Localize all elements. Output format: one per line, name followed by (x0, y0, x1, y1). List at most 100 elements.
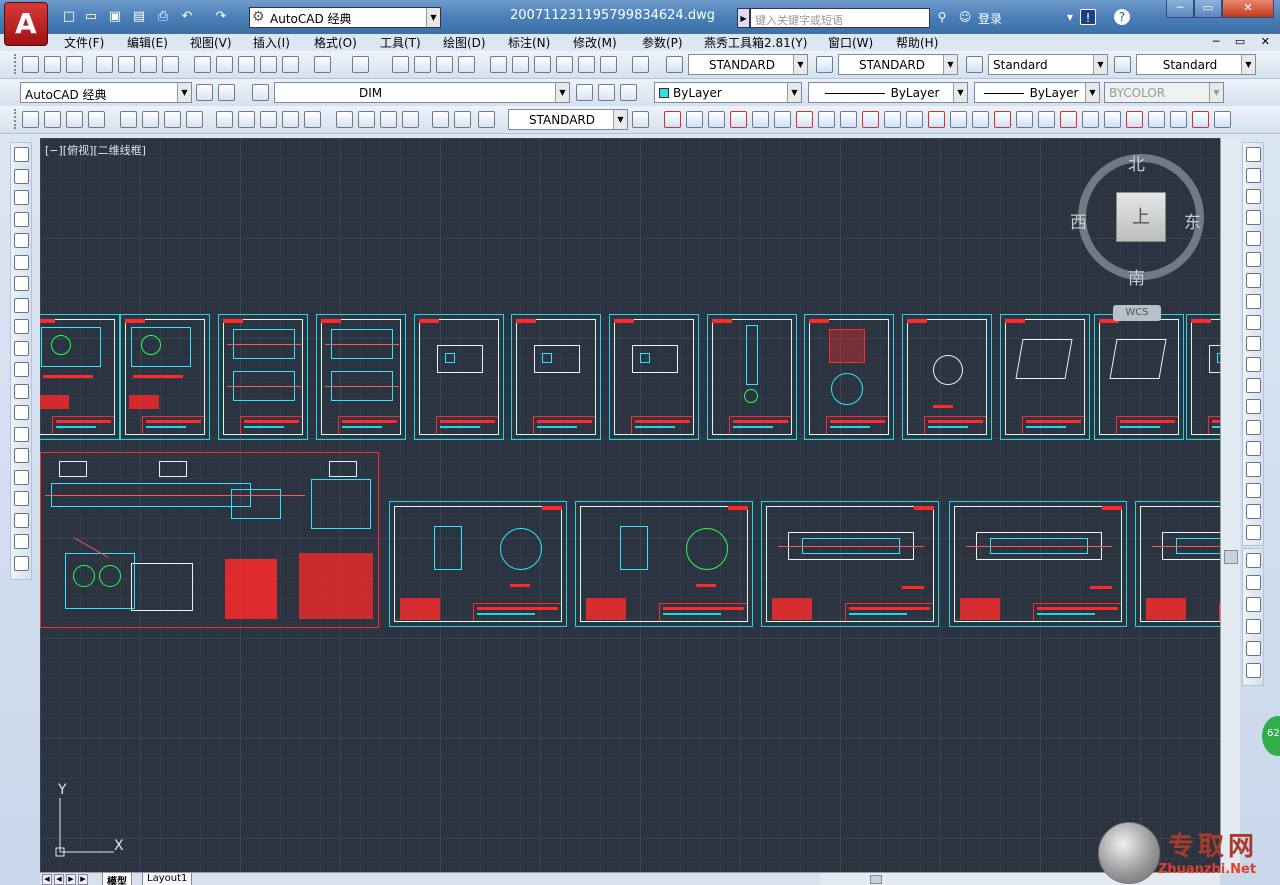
yanxiu-tool-26-icon[interactable] (1214, 111, 1231, 128)
tab-model[interactable]: 模型 (102, 873, 132, 885)
drawing-sheet[interactable] (1135, 501, 1220, 627)
viewcube-east[interactable]: 东 (1184, 208, 1201, 233)
close-button[interactable]: ✕ (1222, 0, 1274, 18)
region-icon[interactable] (14, 491, 29, 506)
mleader-style-select[interactable]: Standard ▼ (1136, 54, 1256, 75)
text-style-icon[interactable] (666, 56, 683, 73)
menu-parametric[interactable]: 参数(P) (642, 34, 683, 51)
vertical-scrollbar[interactable] (1220, 138, 1240, 872)
drawing-sheet[interactable] (1186, 314, 1220, 440)
revision-cloud-icon[interactable] (14, 297, 29, 313)
text-front-icon[interactable] (1246, 641, 1261, 656)
inspection-icon[interactable] (380, 111, 397, 128)
hatch-back-icon[interactable] (1246, 663, 1261, 678)
drawing-canvas[interactable]: [−][俯视][二维线框] 上 北 南 西 东 WCS Y X (40, 138, 1220, 872)
bring-above-icon[interactable] (1246, 597, 1261, 612)
menu-modify[interactable]: 修改(M) (573, 34, 617, 51)
make-current-icon[interactable] (576, 84, 593, 101)
yanxiu-tool-22-icon[interactable] (1126, 111, 1143, 128)
properties-icon[interactable] (490, 56, 507, 73)
new-icon[interactable]: □ (60, 8, 78, 26)
maximize-button[interactable]: ▭ (1194, 0, 1222, 18)
tab-layout1[interactable]: Layout1 (142, 873, 193, 885)
dim-break-icon[interactable] (304, 111, 321, 128)
break-icon[interactable] (1246, 399, 1261, 414)
tolerance-icon[interactable] (336, 111, 353, 128)
workspace-select[interactable]: ⚙ AutoCAD 经典 ▼ (249, 7, 441, 28)
gradient-icon[interactable] (14, 469, 29, 485)
undo-icon[interactable] (314, 56, 331, 73)
toolbar-grip[interactable] (14, 54, 17, 74)
last-tab-button[interactable]: ▶ (78, 874, 88, 885)
zoom-window-icon[interactable] (436, 56, 453, 73)
help-icon[interactable]: ? (1114, 9, 1130, 25)
drawing-sheet[interactable] (414, 314, 504, 440)
drawing-sheet[interactable] (707, 314, 797, 440)
menu-help[interactable]: 帮助(H) (896, 34, 938, 51)
dim-jogged-icon[interactable] (142, 111, 159, 128)
viewcube-north[interactable]: 北 (1128, 150, 1145, 175)
toolbar-grip[interactable] (14, 109, 17, 129)
dim-diameter-icon[interactable] (164, 111, 181, 128)
explode-icon[interactable] (1246, 504, 1261, 519)
hatch-icon[interactable] (14, 448, 29, 463)
drawing-sheet[interactable] (902, 314, 992, 440)
line-icon[interactable] (14, 147, 29, 162)
yanxiu-tool-2-icon[interactable] (686, 111, 703, 128)
menu-format[interactable]: 格式(O) (314, 34, 357, 51)
spline-icon[interactable] (14, 319, 29, 334)
send-under-icon[interactable] (1246, 619, 1261, 634)
insert-block-icon[interactable] (14, 383, 29, 399)
linetype-select[interactable]: ByLayer ▼ (808, 82, 968, 103)
yanxiu-tool-23-icon[interactable] (1148, 111, 1165, 128)
autocad-logo-icon[interactable] (4, 2, 48, 46)
table-style-icon[interactable] (966, 56, 983, 73)
my-workspace-icon[interactable] (218, 84, 235, 101)
yanxiu-tool-19-icon[interactable] (1060, 111, 1077, 128)
saveas-icon[interactable]: ▤ (130, 8, 148, 26)
preview-icon[interactable] (118, 56, 135, 73)
dim-style-select-2[interactable]: STANDARD ▼ (508, 109, 628, 130)
menu-view[interactable]: 视图(V) (190, 34, 232, 51)
help-icon[interactable] (632, 56, 649, 73)
array-icon[interactable] (1246, 231, 1261, 246)
text-style-select[interactable]: STANDARD ▼ (688, 54, 808, 75)
save-icon[interactable]: ▣ (106, 8, 124, 26)
layer-properties-icon[interactable] (252, 84, 269, 101)
drawing-sheet[interactable] (120, 314, 210, 440)
point-icon[interactable] (14, 426, 29, 442)
menu-yanxiu-toolbox[interactable]: 燕秀工具箱2.81(Y) (704, 34, 807, 51)
user-icon[interactable]: ☺ (957, 9, 973, 25)
first-tab-button[interactable]: ◀ (42, 874, 52, 885)
edit-polyline-icon[interactable] (1246, 525, 1261, 540)
layer-state-icon[interactable] (620, 84, 637, 101)
cut-icon[interactable] (194, 56, 211, 73)
yanxiu-tool-15-icon[interactable] (972, 111, 989, 128)
dim-aligned-icon[interactable] (44, 111, 61, 128)
rotate-icon[interactable] (1246, 273, 1261, 288)
offset-icon[interactable] (1246, 210, 1261, 225)
sheetset-icon[interactable] (556, 56, 573, 73)
yanxiu-tool-18-icon[interactable] (1038, 111, 1055, 128)
viewcube-west[interactable]: 西 (1070, 208, 1087, 233)
paste-icon[interactable] (238, 56, 255, 73)
dim-ordinate-icon[interactable] (88, 111, 105, 128)
yanxiu-tool-17-icon[interactable] (1016, 111, 1033, 128)
pan-icon[interactable] (392, 56, 409, 73)
prev-tab-button[interactable]: ◀ (54, 874, 64, 885)
open-icon[interactable] (44, 56, 61, 73)
exchange-icon[interactable]: ! (1080, 9, 1096, 25)
plotstyle-select[interactable]: BYCOLOR ▼ (1104, 82, 1224, 103)
yanxiu-tool-1-icon[interactable] (664, 111, 681, 128)
yanxiu-tool-25-icon[interactable] (1192, 111, 1209, 128)
yanxiu-tool-11-icon[interactable] (884, 111, 901, 128)
drawing-sheet[interactable] (1000, 314, 1090, 440)
dim-baseline-icon[interactable] (238, 111, 255, 128)
undo-icon[interactable]: ↶ (178, 8, 196, 26)
scale-icon[interactable] (1246, 294, 1261, 309)
dim-radius-icon[interactable] (120, 111, 137, 128)
dim-continue-icon[interactable] (260, 111, 277, 128)
erase-icon[interactable] (1246, 147, 1261, 162)
polyline-icon[interactable] (14, 190, 29, 205)
table-style-select[interactable]: Standard ▼ (988, 54, 1108, 75)
